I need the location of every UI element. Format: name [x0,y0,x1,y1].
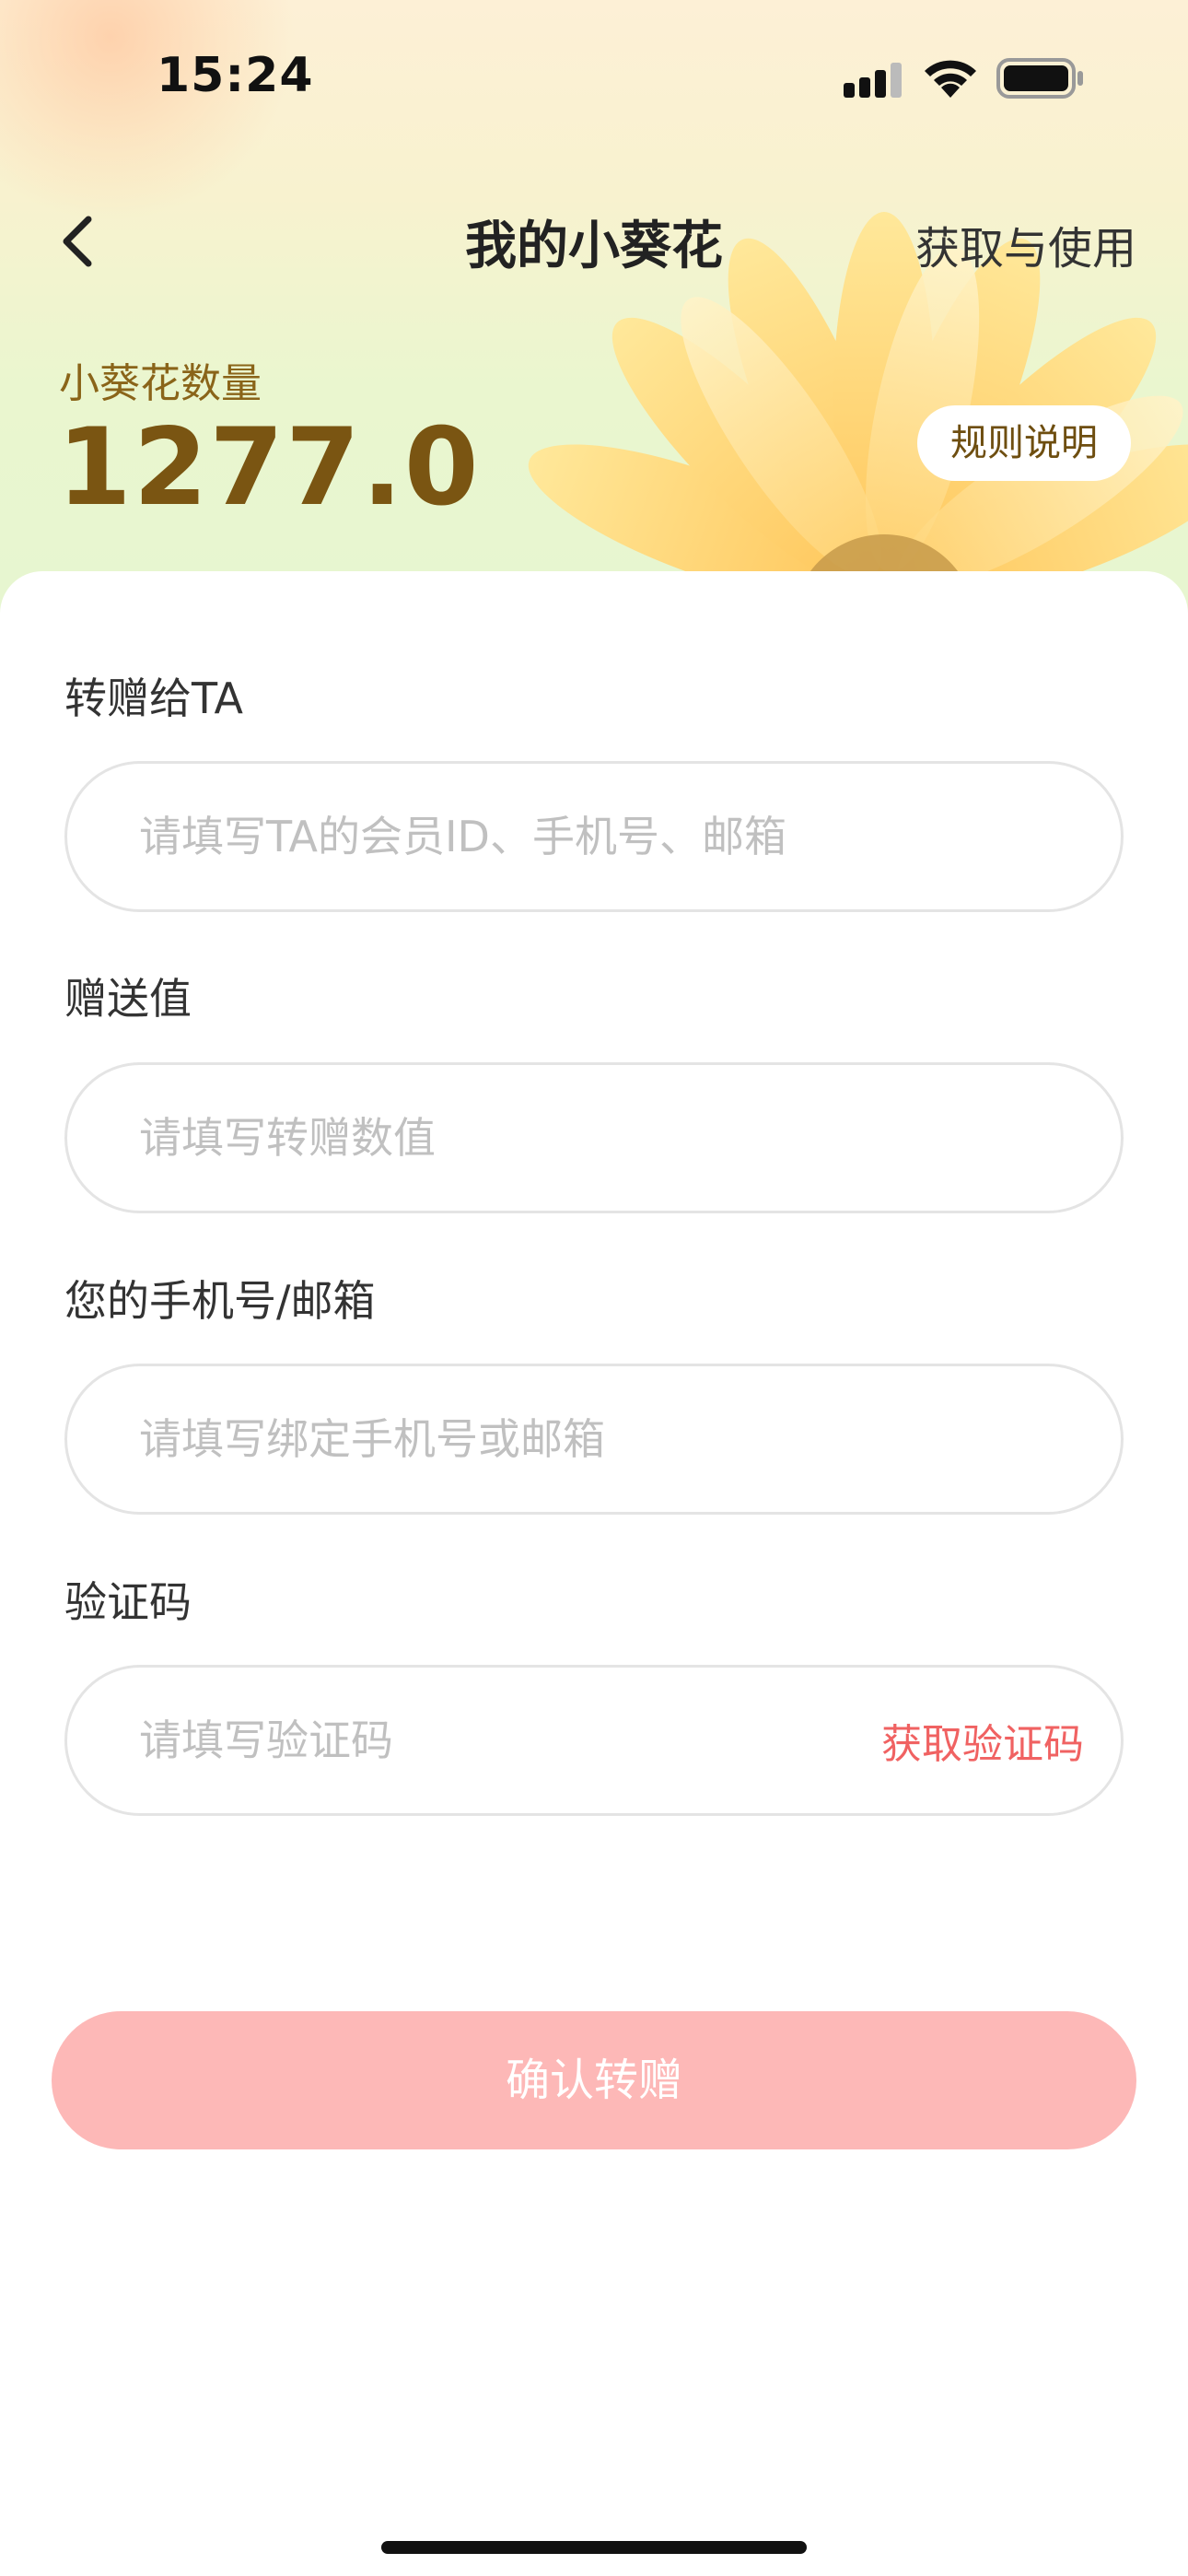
status-time: 15:24 [157,48,314,103]
status-bar: 15:24 [0,0,1188,157]
verification-code-label: 验证码 [64,1577,192,1627]
rules-button[interactable]: 规则说明 [917,405,1131,481]
battery-icon [996,58,1083,99]
recipient-label: 转赠给TA [64,673,243,723]
contact-input[interactable] [139,1366,968,1512]
page: 15:24 我的小葵花 获取与使用 小葵花数量 1277.0 规则说明 转赠给T… [0,0,1188,2576]
cellular-signal-icon [844,63,902,98]
recipient-field[interactable] [64,761,1124,912]
wifi-icon [925,60,976,98]
amount-input[interactable] [139,1065,968,1211]
contact-field[interactable] [64,1364,1124,1515]
contact-label: 您的手机号/邮箱 [64,1276,376,1326]
sunflower-count-label: 小葵花数量 [59,360,262,407]
get-code-button[interactable]: 获取验证码 [881,1668,1084,1813]
confirm-transfer-button[interactable]: 确认转赠 [52,2011,1136,2149]
recipient-input[interactable] [139,764,968,909]
home-indicator [381,2541,807,2554]
verification-code-field[interactable]: 获取验证码 [64,1665,1124,1816]
sunflower-count-value: 1277.0 [57,405,481,530]
amount-label: 赠送值 [64,974,192,1024]
verification-code-input[interactable] [139,1668,839,1813]
get-and-use-link[interactable]: 获取与使用 [915,212,1136,276]
amount-field[interactable] [64,1062,1124,1213]
